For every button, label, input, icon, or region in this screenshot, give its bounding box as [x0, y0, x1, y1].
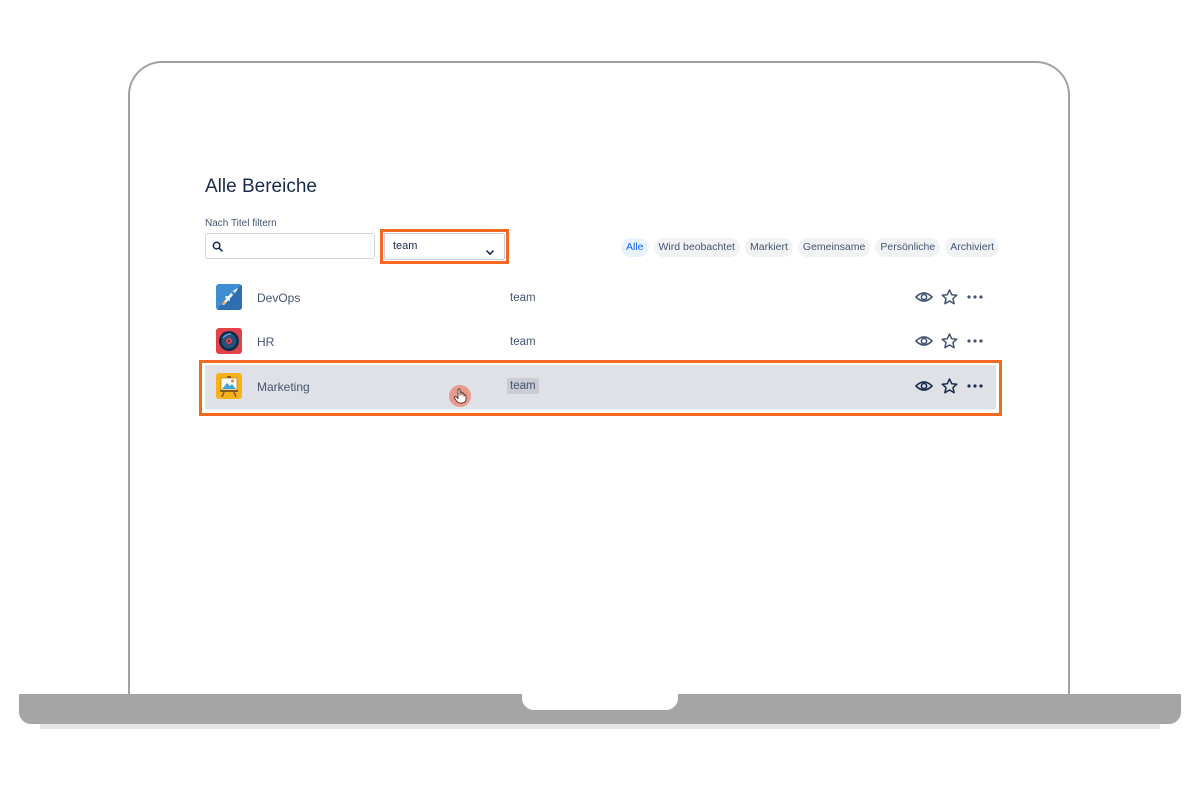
title-filter-box[interactable] [205, 233, 375, 259]
row-actions [915, 289, 984, 305]
record-icon [216, 328, 242, 354]
laptop-base-shadow [40, 724, 1160, 729]
marketing-row-highlight [199, 360, 1002, 416]
hand-cursor-icon [449, 385, 471, 407]
space-type: team [510, 336, 536, 348]
star-icon[interactable] [941, 289, 958, 305]
more-icon[interactable] [966, 338, 984, 344]
type-select-highlight [380, 229, 509, 264]
eye-icon[interactable] [915, 334, 933, 348]
page-title: Alle Bereiche [205, 176, 317, 197]
star-icon[interactable] [941, 333, 958, 349]
space-name[interactable]: HR [257, 335, 274, 349]
tab-wird-beobachtet[interactable]: Wird beobachtet [653, 238, 740, 257]
more-icon[interactable] [966, 294, 984, 300]
space-type: team [510, 292, 536, 304]
row-actions [915, 333, 984, 349]
tab-gemeinsame[interactable]: Gemeinsame [797, 238, 871, 257]
tab-alle[interactable]: Alle [621, 238, 649, 257]
title-filter-input[interactable] [228, 236, 372, 256]
tab-archiviert[interactable]: Archiviert [945, 238, 999, 257]
tab-persoenliche[interactable]: Persönliche [875, 238, 941, 257]
filter-label: Nach Titel filtern [205, 218, 277, 229]
tab-markiert[interactable]: Markiert [744, 238, 793, 257]
laptop-notch [522, 694, 678, 710]
space-row-devops[interactable]: DevOps team [205, 276, 996, 320]
eye-icon[interactable] [915, 290, 933, 304]
space-name[interactable]: DevOps [257, 291, 300, 305]
space-row-hr[interactable]: HR team [205, 320, 996, 364]
stage: Alle Bereiche Nach Titel filtern team Al… [0, 0, 1200, 790]
filter-tabs: Alle Wird beobachtet Markiert Gemeinsame… [621, 238, 999, 257]
rocket-icon [216, 284, 242, 310]
search-icon [212, 239, 223, 257]
